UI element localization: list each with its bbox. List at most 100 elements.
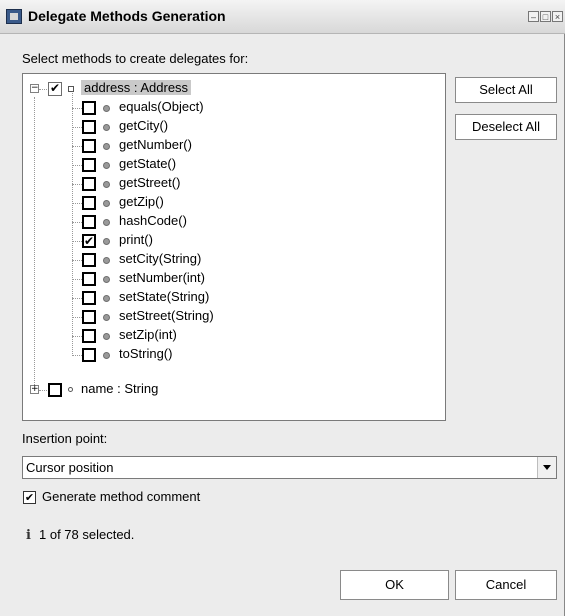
- method-label: getZip(): [119, 194, 164, 209]
- tree-connector: [72, 108, 82, 109]
- method-icon: [103, 257, 110, 264]
- collapse-icon[interactable]: −: [30, 84, 39, 93]
- tree-connector: [72, 298, 82, 299]
- tree-root-name[interactable]: + name : String: [23, 380, 443, 399]
- tree-method-item[interactable]: getStreet(): [23, 174, 443, 193]
- tree-method-item[interactable]: setStreet(String): [23, 307, 443, 326]
- method-label: setCity(String): [119, 251, 202, 266]
- method-label: setStreet(String): [119, 308, 214, 323]
- method-checkbox[interactable]: [82, 215, 96, 229]
- tree-method-item[interactable]: hashCode(): [23, 212, 443, 231]
- title-bar[interactable]: Delegate Methods Generation – □ ×: [0, 0, 565, 34]
- method-checkbox[interactable]: [82, 177, 96, 191]
- tree-method-item[interactable]: getNumber(): [23, 136, 443, 155]
- method-label: getCity(): [119, 118, 169, 133]
- insertion-point-value: Cursor position: [26, 460, 114, 475]
- tree-root-address[interactable]: − ✔ address : Address: [23, 79, 443, 98]
- ok-button[interactable]: OK: [340, 570, 449, 600]
- method-checkbox[interactable]: [82, 253, 96, 267]
- selection-status: 1 of 78 selected.: [39, 527, 135, 542]
- method-checkbox[interactable]: [82, 139, 96, 153]
- tree-method-item[interactable]: toString(): [23, 345, 443, 364]
- method-label: hashCode(): [119, 213, 187, 228]
- method-icon: [103, 105, 110, 112]
- method-label: setState(String): [119, 289, 210, 304]
- method-label: setNumber(int): [119, 270, 205, 285]
- method-icon: [103, 276, 110, 283]
- method-checkbox[interactable]: [82, 291, 96, 305]
- tree-method-item[interactable]: setState(String): [23, 288, 443, 307]
- method-label: setZip(int): [119, 327, 177, 342]
- method-icon: [103, 352, 110, 359]
- method-icon: [103, 295, 110, 302]
- tree-method-item[interactable]: setNumber(int): [23, 269, 443, 288]
- method-icon: [103, 124, 110, 131]
- tree-connector: [72, 260, 82, 261]
- method-label: print(): [119, 232, 153, 247]
- tree-connector: [39, 89, 47, 90]
- method-checkbox[interactable]: [82, 329, 96, 343]
- method-label: equals(Object): [119, 99, 204, 114]
- method-label: getState(): [119, 156, 177, 171]
- tree-connector: [72, 146, 82, 147]
- minimize-icon[interactable]: –: [528, 11, 539, 22]
- chevron-down-icon[interactable]: [537, 457, 556, 478]
- tree-method-item[interactable]: getState(): [23, 155, 443, 174]
- method-label: getNumber(): [119, 137, 192, 152]
- tree-method-item[interactable]: getCity(): [23, 117, 443, 136]
- method-label: toString(): [119, 346, 173, 361]
- field-icon: [68, 86, 74, 92]
- name-checkbox[interactable]: [48, 383, 62, 397]
- name-label: name : String: [81, 381, 159, 396]
- deselect-all-button[interactable]: Deselect All: [455, 114, 557, 140]
- tree-connector: [72, 317, 82, 318]
- tree-connector: [39, 390, 47, 391]
- method-checkbox[interactable]: ✔: [82, 234, 96, 248]
- info-icon: i: [26, 528, 31, 543]
- tree-connector: [72, 184, 82, 185]
- tree-method-item[interactable]: setCity(String): [23, 250, 443, 269]
- method-icon: [103, 333, 110, 340]
- methods-tree[interactable]: − ✔ address : Address equals(Object) getC…: [22, 73, 446, 421]
- method-checkbox[interactable]: [82, 158, 96, 172]
- tree-connector: [72, 127, 82, 128]
- method-icon: [103, 314, 110, 321]
- tree-method-item[interactable]: getZip(): [23, 193, 443, 212]
- tree-connector: [72, 336, 82, 337]
- generate-comment-checkbox[interactable]: ✔: [23, 491, 36, 504]
- tree-connector: [72, 203, 82, 204]
- maximize-icon[interactable]: □: [540, 11, 551, 22]
- method-label: getStreet(): [119, 175, 181, 190]
- address-checkbox[interactable]: ✔: [48, 82, 62, 96]
- method-checkbox[interactable]: [82, 101, 96, 115]
- cancel-button[interactable]: Cancel: [455, 570, 557, 600]
- select-all-button[interactable]: Select All: [455, 77, 557, 103]
- tree-connector: [72, 355, 82, 356]
- method-checkbox[interactable]: [82, 310, 96, 324]
- method-checkbox[interactable]: [82, 272, 96, 286]
- close-icon[interactable]: ×: [552, 11, 563, 22]
- method-icon: [103, 219, 110, 226]
- generate-comment-label[interactable]: Generate method comment: [42, 489, 200, 504]
- tree-connector: [72, 279, 82, 280]
- tree-connector: [72, 165, 82, 166]
- method-checkbox[interactable]: [82, 120, 96, 134]
- method-icon: [103, 143, 110, 150]
- address-label: address : Address: [81, 80, 192, 95]
- method-icon: [103, 238, 110, 245]
- method-checkbox[interactable]: [82, 348, 96, 362]
- tree-method-item[interactable]: setZip(int): [23, 326, 443, 345]
- method-checkbox[interactable]: [82, 196, 96, 210]
- insertion-point-select[interactable]: Cursor position: [22, 456, 557, 479]
- prompt-label: Select methods to create delegates for:: [22, 51, 249, 66]
- window-controls: – □ ×: [528, 11, 563, 22]
- tree-method-item[interactable]: ✔ print(): [23, 231, 443, 250]
- method-icon: [103, 181, 110, 188]
- insertion-point-label: Insertion point:: [22, 431, 108, 446]
- expand-icon[interactable]: +: [30, 385, 39, 394]
- tree-method-item[interactable]: equals(Object): [23, 98, 443, 117]
- tree-connector: [72, 241, 82, 242]
- tree-connector: [72, 222, 82, 223]
- delegate-methods-dialog: Delegate Methods Generation – □ × Select…: [0, 0, 565, 616]
- window-title: Delegate Methods Generation: [28, 8, 226, 24]
